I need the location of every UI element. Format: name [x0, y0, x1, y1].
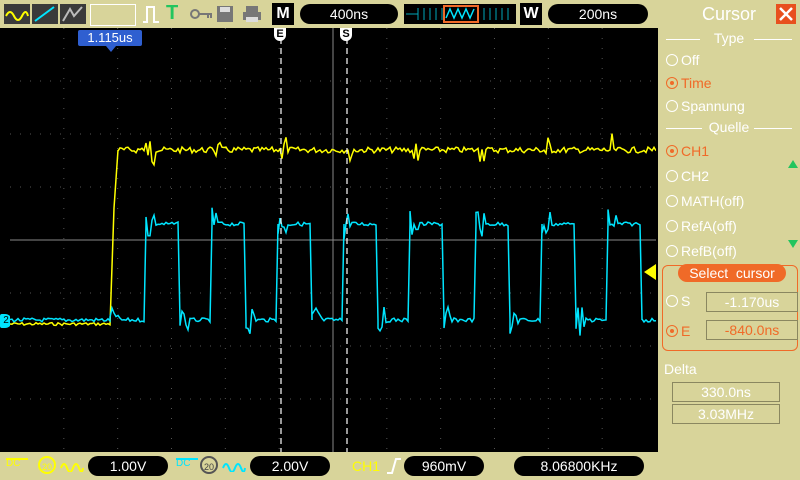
type-option-off[interactable]: Off: [666, 51, 699, 69]
math-icon[interactable]: [60, 4, 86, 24]
ch1-dc-coupling-icon[interactable]: DC: [6, 458, 28, 476]
ch1-waveform-icon[interactable]: [4, 4, 30, 24]
ch2-scale[interactable]: 2.00V: [250, 456, 330, 476]
source-option-refa-label: RefA(off): [681, 218, 737, 234]
source-option-ch1[interactable]: CH1: [666, 142, 709, 160]
radio-selected-icon: [666, 325, 678, 338]
radio-selected-icon: [666, 77, 678, 90]
close-icon[interactable]: [776, 4, 796, 24]
source-section-header: Quelle: [658, 119, 800, 137]
radio-icon: [666, 170, 678, 183]
radio-icon: [666, 54, 678, 67]
ch2-bandwidth-limit-icon[interactable]: 20: [200, 456, 218, 474]
source-option-ch2-label: CH2: [681, 168, 710, 184]
cursor-position-readout: 1.115us: [78, 30, 142, 46]
key-icon[interactable]: [190, 6, 214, 22]
cursor-s-value[interactable]: -1.170us: [706, 292, 798, 312]
cursor-s-option[interactable]: S: [666, 292, 690, 310]
rising-edge-icon[interactable]: [386, 457, 402, 475]
waveform-svg: [10, 28, 656, 452]
type-option-time[interactable]: Time: [666, 74, 712, 92]
ch2-wave-icon[interactable]: [222, 458, 246, 473]
radio-icon: [666, 245, 678, 258]
source-option-math-label: MATH(off): [681, 193, 745, 209]
radio-icon: [666, 100, 678, 113]
delta-label: Delta: [664, 361, 697, 377]
channel-marker-strip: [0, 28, 10, 452]
type-option-spannung[interactable]: Spannung: [666, 97, 745, 115]
delta-time-value: 330.0ns: [672, 382, 780, 402]
source-option-refb[interactable]: RefB(off): [666, 242, 737, 260]
window-zoom-preview[interactable]: [404, 4, 516, 24]
scroll-down-icon[interactable]: [788, 240, 798, 248]
cursor-e-label: E: [681, 323, 691, 339]
source-option-math[interactable]: MATH(off): [666, 192, 744, 210]
main-timebase[interactable]: 400ns: [300, 4, 398, 24]
source-option-ch1-label: CH1: [681, 143, 710, 159]
cursor-s-label: S: [681, 293, 691, 309]
print-icon[interactable]: [242, 4, 262, 24]
ch1-bandwidth-limit-icon[interactable]: 20: [38, 456, 56, 474]
waveform-display[interactable]: [10, 28, 656, 452]
delta-frequency-value: 3.03MHz: [672, 404, 780, 424]
cursor-readout-pointer: [106, 46, 116, 52]
scroll-up-icon[interactable]: [788, 160, 798, 168]
window-w-badge[interactable]: W: [520, 3, 542, 25]
source-option-ch2[interactable]: CH2: [666, 167, 709, 185]
trigger-level-arrow[interactable]: [644, 264, 656, 280]
radio-icon: [666, 295, 678, 308]
radio-icon: [666, 195, 678, 208]
ch1-wave-icon[interactable]: [60, 458, 84, 473]
top-toolbar: T M 400ns W 200ns: [0, 0, 658, 28]
type-option-time-label: Time: [681, 75, 712, 91]
source-option-refb-label: RefB(off): [681, 243, 737, 259]
save-icon[interactable]: [216, 4, 234, 24]
window-timebase[interactable]: 200ns: [548, 4, 648, 24]
select-cursor-label: Select cursor: [678, 264, 786, 282]
bottom-status-bar: DC 20 1.00V DC 20 2.00V CH1 960mV 8.0680…: [0, 452, 658, 480]
trigger-level[interactable]: 960mV: [404, 456, 484, 476]
radio-selected-icon: [666, 145, 678, 158]
type-section-header: Type: [658, 30, 800, 48]
pulse-trigger-icon[interactable]: [142, 4, 160, 24]
trigger-source[interactable]: CH1: [352, 457, 386, 475]
type-option-off-label: Off: [681, 52, 700, 68]
source-option-refa[interactable]: RefA(off): [666, 217, 737, 235]
mode-m-badge[interactable]: M: [272, 3, 294, 25]
ch1-scale[interactable]: 1.00V: [88, 456, 168, 476]
ch2-waveform-icon[interactable]: [32, 4, 58, 24]
radio-icon: [666, 220, 678, 233]
frequency-readout: 8.06800KHz: [514, 456, 644, 476]
ch2-dc-coupling-icon[interactable]: DC: [176, 458, 198, 476]
cursor-e-value[interactable]: -840.0ns: [706, 320, 798, 340]
type-option-spannung-label: Spannung: [681, 98, 745, 114]
status-box: [90, 4, 136, 26]
cursor-e-marker[interactable]: E: [274, 28, 286, 41]
cursor-e-option[interactable]: E: [666, 322, 690, 340]
trigger-t-icon[interactable]: T: [166, 2, 182, 24]
cursor-s-marker[interactable]: S: [340, 28, 352, 41]
